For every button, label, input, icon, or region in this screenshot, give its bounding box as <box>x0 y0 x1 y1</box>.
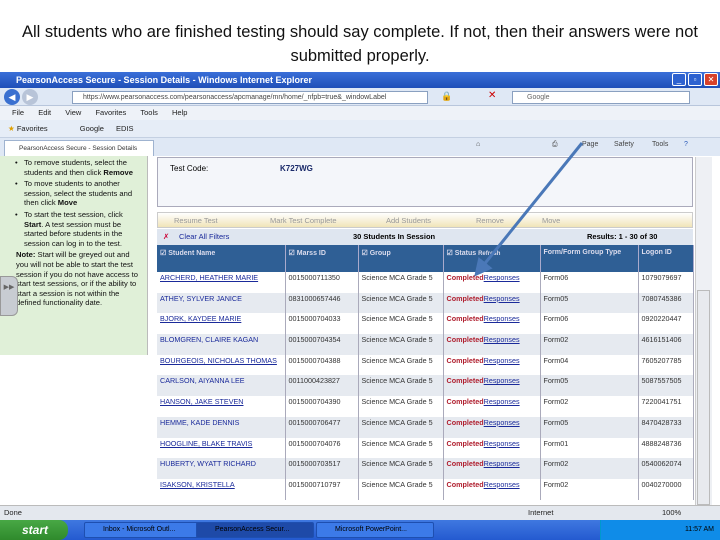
taskbar-powerpoint[interactable]: Microsoft PowerPoint... <box>316 522 434 538</box>
annotation-arrow <box>474 142 584 277</box>
status-bar: Done Internet 100% <box>0 505 720 520</box>
zoom-level[interactable]: 100% <box>662 506 681 520</box>
start-button[interactable]: start <box>0 520 68 540</box>
status-text: Done <box>4 508 22 517</box>
taskbar-outlook[interactable]: Inbox - Microsoft Outl... <box>84 522 202 538</box>
system-tray: 11:57 AM <box>600 520 720 540</box>
taskbar-pearsonaccess[interactable]: PearsonAccess Secur... <box>196 522 314 538</box>
clock: 11:57 AM <box>684 526 714 533</box>
security-zone: Internet <box>528 508 554 517</box>
